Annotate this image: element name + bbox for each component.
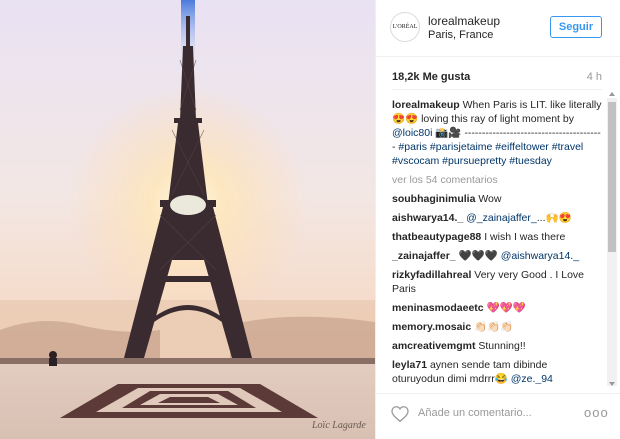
comment-username[interactable]: rizkyfadillahreal xyxy=(392,269,471,281)
comment-text-after: ...🙌😍 xyxy=(536,212,572,224)
post-header: L'ORÉAL lorealmakeup Paris, France Segui… xyxy=(376,0,620,57)
scroll-down-arrow-icon[interactable] xyxy=(609,382,615,386)
caption-mention[interactable]: @loic80i xyxy=(392,127,432,139)
comment-text: I wish I was there xyxy=(481,231,566,243)
post-photo: Loïc Lagarde xyxy=(0,0,375,439)
caption-username[interactable]: lorealmakeup xyxy=(392,99,460,111)
comment-mention[interactable]: @_zainajaffer_ xyxy=(466,212,537,224)
post-location[interactable]: Paris, France xyxy=(428,29,493,41)
comment-username[interactable]: thatbeautypage88 xyxy=(392,231,481,243)
comment-text: 🖤🖤🖤 xyxy=(455,250,501,262)
comment: memory.mosaic 👏🏻👏🏻👏🏻 xyxy=(392,320,602,334)
comment: soubhaginimulia Wow xyxy=(392,192,602,206)
likes-count[interactable]: 18,2k Me gusta xyxy=(392,71,470,83)
follow-button[interactable]: Seguir xyxy=(550,16,602,38)
comment-text: 💖💖💖 xyxy=(483,302,526,314)
scroll-up-arrow-icon[interactable] xyxy=(609,92,615,96)
comment-username[interactable]: _zainajaffer_ xyxy=(392,250,456,262)
comment-username[interactable]: aishwarya14._ xyxy=(392,212,463,224)
comment: aishwarya14._ @_zainajaffer_...🙌😍 xyxy=(392,211,602,225)
comments-scrollbar[interactable] xyxy=(607,92,617,386)
comment-text: Wow xyxy=(475,193,502,205)
comment-username[interactable]: amcreativemgmt xyxy=(392,340,475,352)
heart-outline-icon[interactable] xyxy=(391,406,409,422)
comment-username[interactable]: memory.mosaic xyxy=(392,321,471,333)
comments-list: lorealmakeup When Paris is LIT. like lit… xyxy=(392,98,602,384)
comment-footer: Añade un comentario... ooo xyxy=(376,393,620,439)
comment-input[interactable]: Añade un comentario... xyxy=(418,407,532,419)
comment-mention[interactable]: @ze._94 xyxy=(511,373,553,384)
comment-username[interactable]: soubhaginimulia xyxy=(392,193,475,205)
scrollbar-thumb[interactable] xyxy=(608,102,616,252)
view-all-comments[interactable]: ver los 54 comentarios xyxy=(392,173,602,187)
post-side-panel: L'ORÉAL lorealmakeup Paris, France Segui… xyxy=(375,0,620,439)
eiffel-tower-photo xyxy=(0,0,375,439)
more-options-icon[interactable]: ooo xyxy=(584,405,609,420)
caption-hashtags[interactable]: #paris #parisjetaime #eiffeltower #trave… xyxy=(392,141,583,167)
post-time: 4 h xyxy=(586,71,602,83)
comment-text: Stunning!! xyxy=(475,340,526,352)
comment: _zainajaffer_ 🖤🖤🖤 @aishwarya14._ xyxy=(392,249,602,263)
post-username[interactable]: lorealmakeup xyxy=(428,14,500,28)
comment-text: 👏🏻👏🏻👏🏻 xyxy=(471,321,514,333)
photographer-watermark: Loïc Lagarde xyxy=(312,420,366,431)
comment-mention[interactable]: @aishwarya14._ xyxy=(501,250,579,262)
caption: lorealmakeup When Paris is LIT. like lit… xyxy=(392,98,602,168)
comment-username[interactable]: meninasmodaeetc xyxy=(392,302,484,314)
comment: rizkyfadillahreal Very very Good . I Lov… xyxy=(392,268,602,296)
avatar[interactable]: L'ORÉAL xyxy=(390,12,420,42)
comment-username[interactable]: leyla71 xyxy=(392,359,427,371)
comment: leyla71 aynen sende tam dibinde oturuyod… xyxy=(392,358,602,384)
comment: thatbeautypage88 I wish I was there xyxy=(392,230,602,244)
divider xyxy=(392,89,602,90)
comment: amcreativemgmt Stunning!! xyxy=(392,339,602,353)
comment: meninasmodaeetc 💖💖💖 xyxy=(392,301,602,315)
